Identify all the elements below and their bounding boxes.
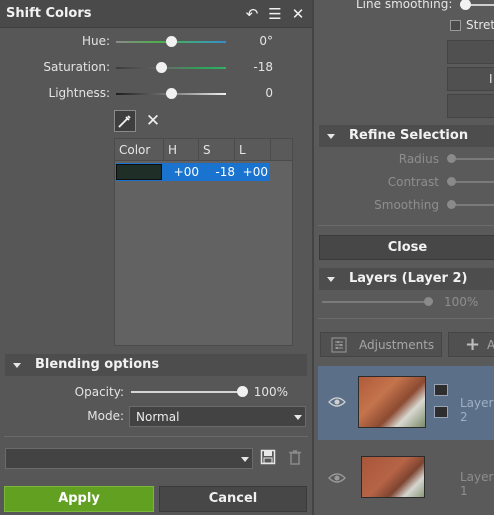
panel-button-3[interactable] xyxy=(447,94,494,118)
dialog-title: Shift Colors xyxy=(6,6,92,21)
cancel-button[interactable]: Cancel xyxy=(159,486,307,512)
clear-icon[interactable]: ✕ xyxy=(142,110,164,132)
saturation-value: -18 xyxy=(253,60,273,74)
layer-mask-icon[interactable] xyxy=(434,384,448,396)
color-swatch xyxy=(116,164,162,180)
smoothing-slider-track[interactable] xyxy=(456,204,494,206)
saturation-label: Saturation: xyxy=(43,60,110,74)
layer-opacity-knob[interactable] xyxy=(424,297,433,306)
col-header-s: S xyxy=(199,139,235,161)
add-layer-label: A xyxy=(487,338,494,352)
chevron-down-icon xyxy=(294,415,302,420)
divider xyxy=(4,436,308,437)
save-icon xyxy=(260,449,276,465)
layers-header[interactable]: Layers (Layer 2) xyxy=(319,268,494,290)
contrast-label: Contrast xyxy=(387,175,439,189)
eyedropper-icon xyxy=(118,115,131,128)
stretch-label: Stretc xyxy=(466,18,494,32)
dialog-header: Shift Colors ↶ ☰ ✕ xyxy=(0,0,312,28)
right-side-panel: Line smoothing: Stretc I Refine Selectio… xyxy=(312,0,494,515)
eye-icon[interactable] xyxy=(328,472,346,484)
col-header-l: L xyxy=(235,139,271,161)
apply-button[interactable]: Apply xyxy=(4,486,154,512)
smoothing-label: Smoothing xyxy=(374,198,439,212)
cell-s: -18 xyxy=(215,165,235,179)
close-button[interactable]: Close xyxy=(319,235,494,260)
radius-label: Radius xyxy=(398,152,439,166)
opacity-value: 100% xyxy=(253,385,288,399)
color-table: Color H S L +00 -18 +00 xyxy=(114,138,293,346)
radius-slider-track[interactable] xyxy=(456,158,494,160)
divider xyxy=(318,318,494,319)
layer-item-layer-2[interactable]: Layer 2 xyxy=(318,366,494,440)
layer-opacity-value: 100% xyxy=(444,295,479,309)
col-header-h: H xyxy=(164,139,199,161)
smoothing-slider-knob[interactable] xyxy=(447,200,456,209)
panel-button-2[interactable]: I xyxy=(447,67,494,91)
opacity-slider-track[interactable] xyxy=(131,391,243,393)
layer-1-thumbnail xyxy=(361,456,425,498)
layer-opacity-track[interactable] xyxy=(322,301,430,303)
trash-icon xyxy=(289,450,301,465)
col-header-color: Color xyxy=(115,139,164,161)
adjustments-button[interactable]: Adjustments xyxy=(320,332,442,357)
lightness-slider-knob[interactable] xyxy=(166,88,177,99)
adjustments-icon xyxy=(331,337,347,353)
blend-mode-select[interactable]: Normal xyxy=(129,406,306,427)
radius-slider-knob[interactable] xyxy=(447,154,456,163)
eye-icon[interactable] xyxy=(328,396,346,408)
chevron-down-icon xyxy=(241,457,249,462)
refine-selection-title: Refine Selection xyxy=(349,128,469,143)
opacity-label: Opacity: xyxy=(74,385,124,399)
adjustments-label: Adjustments xyxy=(359,338,435,352)
eyedropper-button[interactable] xyxy=(114,110,136,132)
panel-button-1[interactable] xyxy=(447,40,494,64)
collapse-triangle-icon xyxy=(327,134,335,139)
blending-options-header[interactable]: Blending options xyxy=(5,354,307,376)
collapse-triangle-icon xyxy=(13,363,21,368)
collapse-triangle-icon xyxy=(327,277,335,282)
cell-h: +00 xyxy=(173,165,199,179)
layer-1-name: Layer 1 xyxy=(460,470,494,498)
lightness-label: Lightness: xyxy=(48,86,110,100)
undo-icon[interactable]: ↶ xyxy=(243,4,261,24)
layer-2-name: Layer 2 xyxy=(460,396,494,424)
hue-slider-knob[interactable] xyxy=(166,36,177,47)
layers-title: Layers (Layer 2) xyxy=(349,271,468,286)
panel-button-2-label: I xyxy=(489,72,493,86)
saturation-slider-track[interactable] xyxy=(116,67,226,69)
table-row[interactable]: +00 -18 +00 xyxy=(115,163,270,181)
blend-mode-value: Normal xyxy=(136,410,180,424)
add-layer-button[interactable]: + A xyxy=(448,332,494,357)
hue-value: 0° xyxy=(259,34,273,48)
shift-colors-dialog: Shift Colors ↶ ☰ ✕ Hue: 0° Saturation: -… xyxy=(0,0,312,515)
preset-select[interactable] xyxy=(5,448,253,469)
blending-options-title: Blending options xyxy=(35,357,160,372)
mode-label: Mode: xyxy=(87,409,124,423)
saturation-slider-knob[interactable] xyxy=(156,62,167,73)
stretch-checkbox[interactable] xyxy=(450,20,461,31)
lightness-value: 0 xyxy=(265,86,273,100)
contrast-slider-knob[interactable] xyxy=(447,177,456,186)
hue-label: Hue: xyxy=(81,34,110,48)
divider xyxy=(318,225,494,226)
refine-selection-header[interactable]: Refine Selection xyxy=(319,125,494,147)
cell-l: +00 xyxy=(242,165,268,179)
layer-mask-icon-2[interactable] xyxy=(434,406,448,418)
layer-item-layer-1[interactable]: Layer 1 xyxy=(318,440,494,515)
close-icon[interactable]: ✕ xyxy=(289,4,307,24)
line-smoothing-label: Line smoothing: xyxy=(356,0,453,11)
save-preset-button[interactable] xyxy=(260,449,278,467)
contrast-slider-track[interactable] xyxy=(456,181,494,183)
line-smoothing-knob[interactable] xyxy=(460,0,471,10)
delete-preset-button[interactable] xyxy=(287,449,305,467)
layer-2-thumbnail xyxy=(358,376,426,428)
col-header-extra xyxy=(271,139,293,161)
menu-icon[interactable]: ☰ xyxy=(266,4,284,24)
plus-icon: + xyxy=(465,334,481,355)
